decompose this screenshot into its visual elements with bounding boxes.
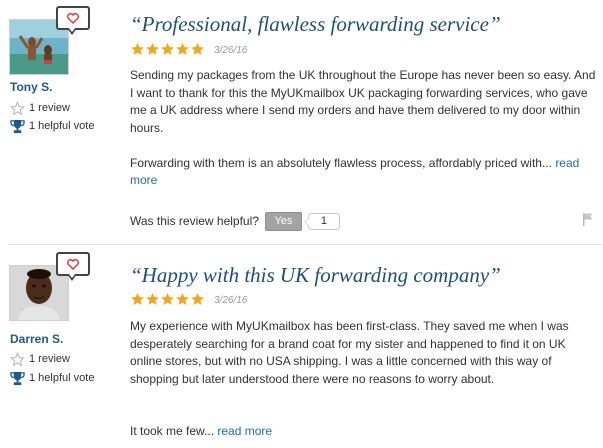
review-count-label: 1 review — [29, 353, 70, 365]
review-paragraph: Forwarding with them is an absolutely fl… — [130, 155, 552, 170]
yes-count-badge: 1 — [303, 212, 340, 230]
read-more-link[interactable]: read more — [217, 424, 272, 438]
review-count-label: 1 review — [29, 102, 70, 114]
star-icon — [191, 42, 204, 56]
star-icon — [161, 42, 174, 56]
review-paragraph: Sending my packages from the UK througho… — [130, 68, 596, 135]
star-outline-icon — [10, 100, 25, 115]
review-paragraph: My experience with MyUKmailbox has been … — [130, 319, 569, 386]
review-card: Tony S. 1 review 1 helpful vote “Profess… — [0, 0, 603, 245]
review-count: 1 review — [10, 100, 70, 116]
helpful-vote-count: 1 helpful vote — [10, 370, 94, 386]
star-icon — [146, 42, 159, 56]
review-title[interactable]: “Professional, flawless forwarding servi… — [130, 12, 501, 37]
reviewer-avatar-wrap — [9, 6, 90, 75]
helpful-vote-label: 1 helpful vote — [29, 372, 95, 384]
helpful-vote-label: 1 helpful vote — [29, 120, 95, 132]
review-date: 3/26/16 — [214, 45, 248, 56]
heart-bubble-icon[interactable] — [56, 6, 90, 35]
reviewer-name[interactable]: Tony S. — [10, 80, 52, 94]
review-body: My experience with MyUKmailbox has been … — [130, 318, 596, 441]
review-divider — [8, 244, 602, 245]
reviewer-avatar-wrap — [9, 252, 90, 321]
star-outline-icon — [10, 351, 25, 366]
trophy-icon — [10, 371, 25, 385]
star-icon — [176, 292, 189, 306]
star-icon — [131, 292, 144, 306]
star-icon — [131, 42, 144, 56]
rating-stars — [130, 292, 205, 306]
star-icon — [176, 42, 189, 56]
review-body: Sending my packages from the UK througho… — [130, 67, 596, 190]
reviewer-name[interactable]: Darren S. — [10, 332, 63, 346]
review-count: 1 review — [10, 351, 70, 367]
helpful-prompt: Was this review helpful? — [130, 214, 259, 228]
heart-bubble-icon[interactable] — [56, 252, 90, 281]
flag-icon[interactable] — [582, 212, 594, 226]
review-paragraph: It took me few... — [130, 424, 215, 438]
review-card: Darren S. 1 review 1 helpful vote “Happy… — [0, 246, 603, 448]
review-title[interactable]: “Happy with this UK forwarding company” — [130, 263, 501, 288]
star-icon — [146, 292, 159, 306]
helpful-vote-count: 1 helpful vote — [10, 118, 94, 134]
trophy-icon — [10, 119, 25, 133]
star-icon — [191, 292, 204, 306]
rating-stars — [130, 42, 205, 56]
star-icon — [161, 292, 174, 306]
review-date: 3/26/16 — [214, 295, 248, 306]
yes-button[interactable]: Yes — [264, 211, 302, 231]
helpful-bar: Was this review helpful? Yes 1 — [130, 211, 340, 231]
